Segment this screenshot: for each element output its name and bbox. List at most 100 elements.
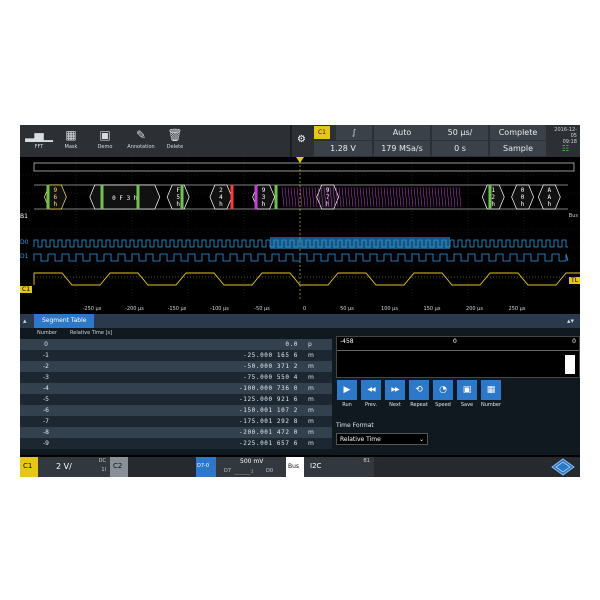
trigger-level-label[interactable]: TL	[568, 277, 580, 284]
time-tick-label: -50 µs	[254, 306, 270, 312]
c1-label[interactable]: C1	[20, 286, 33, 293]
bus-burst-line	[344, 186, 348, 208]
segment-time-unit: p	[308, 341, 312, 348]
next-button[interactable]: ▶▶ Next	[384, 380, 406, 410]
table-row[interactable]: -7 -175.001 292 8 m	[20, 416, 332, 427]
table-row[interactable]: -3 -75.000 550 4 m	[20, 372, 332, 383]
fft-button[interactable]: ▂▅▁ FFT	[24, 125, 54, 157]
bus-tab[interactable]: Bus	[286, 457, 304, 477]
save-button[interactable]: ▣ Save	[456, 380, 478, 410]
mask-button[interactable]: ▦ Mask	[56, 125, 86, 157]
decode-frame-value: 4	[219, 194, 223, 201]
table-row[interactable]: -2 -50.000 371 2 m	[20, 361, 332, 372]
annotation-button[interactable]: ✎ Annotation	[126, 125, 156, 157]
table-row[interactable]: -4 -100.000 736 0 m	[20, 383, 332, 394]
trigger-level[interactable]: 1.28 V	[314, 141, 372, 156]
segment-time: -225.001 657 6	[239, 440, 298, 447]
bus-burst-line	[380, 186, 384, 208]
time-offset[interactable]: 0 s	[432, 141, 488, 156]
oscilloscope-screen: ▂▅▁ FFT ▦ Mask ▣ Demo ✎ Annotation 🗑 Del…	[20, 125, 580, 477]
bus-burst-line	[458, 186, 462, 208]
table-row[interactable]: -8 -200.001 472 0 m	[20, 427, 332, 438]
sample-rate[interactable]: 179 MSa/s	[374, 141, 430, 156]
bus-tab-label: Bus	[288, 463, 300, 470]
trigger-mode[interactable]: Auto	[374, 125, 430, 140]
table-row[interactable]: 0 0.0 p	[20, 339, 332, 350]
segment-number: -9	[43, 440, 49, 447]
range-handle[interactable]	[565, 355, 575, 374]
decode-frame-value: h	[491, 201, 495, 208]
c1-channel-settings[interactable]: 2 V/ DC 1I	[38, 457, 110, 477]
table-row[interactable]: -6 -150.001 107 2 m	[20, 405, 332, 416]
decode-frame-value: F	[176, 187, 180, 194]
bus-burst-line	[350, 186, 354, 208]
segment-table-tab[interactable]: Segment Table	[34, 314, 95, 328]
acquisition-status[interactable]: Complete	[490, 125, 546, 140]
trigger-channel-badge[interactable]: C1	[314, 126, 330, 139]
bus-settings[interactable]: I2C B1	[304, 457, 374, 477]
gauge-icon: ◔	[433, 380, 453, 400]
bus-burst-line	[437, 186, 441, 208]
bus-burst-line	[284, 186, 288, 208]
settings-gear-icon[interactable]: ⚙	[297, 135, 307, 145]
play-icon: ▶	[337, 380, 357, 400]
number-button[interactable]: ▦ Number	[480, 380, 502, 410]
acquisition-mode[interactable]: Sample	[490, 141, 546, 156]
bus-burst-line	[452, 186, 456, 208]
c1-tab-label: C1	[23, 462, 33, 470]
segment-time-unit: m	[308, 363, 314, 370]
segment-number: -2	[43, 363, 49, 370]
table-row[interactable]: -9 -225.001 657 6 m	[20, 438, 332, 449]
waveform-area[interactable]: 96h0 F 3 hF5h24h93h97h12h00hAAh -250 µs -…	[20, 157, 580, 314]
delete-button[interactable]: 🗑 Delete	[160, 125, 190, 157]
c2-channel-empty[interactable]	[128, 457, 194, 477]
c1-scale: 2 V/	[56, 462, 72, 471]
segment-range-slider[interactable]: -458 0 0	[336, 336, 580, 378]
number-column-header: Number	[36, 330, 58, 336]
resize-arrows-icon[interactable]: ▴▾	[567, 316, 574, 326]
time-format-select[interactable]: Relative Time ⌄	[336, 433, 428, 445]
repeat-button[interactable]: ⟲ Repeat	[408, 380, 430, 410]
bus-burst-line	[425, 186, 429, 208]
digital-channel-tab[interactable]: D7-0	[196, 457, 216, 477]
d1-label[interactable]: D1	[20, 253, 28, 260]
demo-icon: ▣	[99, 128, 111, 142]
collapse-arrow-icon[interactable]: ▴	[23, 316, 27, 326]
b1-label[interactable]: B1	[20, 213, 28, 220]
run-button[interactable]: ▶ Run	[336, 380, 358, 410]
range-divider	[337, 350, 579, 351]
bus-marker	[274, 185, 278, 209]
trigger-slope[interactable]: ∫	[336, 125, 372, 140]
segment-time: -25.000 165 6	[243, 352, 298, 359]
c2-channel-tab[interactable]: C2	[110, 457, 128, 477]
demo-button[interactable]: ▣ Demo	[90, 125, 120, 157]
bus-burst-line	[407, 186, 411, 208]
prev-button[interactable]: ◀◀ Prev.	[360, 380, 382, 410]
digital-threshold: 500 mV	[240, 458, 264, 465]
d0-label[interactable]: D0	[20, 239, 28, 246]
bus-burst-line	[311, 186, 315, 208]
segment-table-header: ▴ Segment Table ▴▾	[20, 314, 580, 328]
bus-burst-line	[302, 186, 306, 208]
time-tick-label: -150 µs	[168, 306, 187, 312]
time-scale[interactable]: 50 µs/	[432, 125, 488, 140]
decode-frame-value: h	[219, 201, 223, 208]
bus-burst-line	[449, 186, 453, 208]
digital-channel-settings[interactable]: 500 mV D7 D0 ________↕	[216, 457, 286, 477]
fft-label: FFT	[34, 144, 44, 150]
date-text: 2016-12-05	[554, 127, 577, 139]
decode-frame-value: A	[547, 194, 551, 201]
decode-frame-value: h	[547, 201, 551, 208]
bus-burst-line	[293, 186, 297, 208]
bus-burst-line	[422, 186, 426, 208]
table-row[interactable]: -5 -125.000 921 6 m	[20, 394, 332, 405]
table-row[interactable]: -1 -25.000 165 6 m	[20, 350, 332, 361]
bus-burst-line	[389, 186, 393, 208]
bottom-channel-bar: C1 2 V/ DC 1I C2 D7-0 500 mV D7 D0 _____…	[20, 457, 580, 477]
floppy-icon: ▣	[457, 380, 477, 400]
speed-button[interactable]: ◔ Speed	[432, 380, 454, 410]
c1-channel-tab[interactable]: C1	[20, 457, 38, 477]
top-toolbar: ▂▅▁ FFT ▦ Mask ▣ Demo ✎ Annotation 🗑 Del…	[20, 125, 580, 157]
digital-high-label: D7	[224, 468, 232, 474]
digital-low-label: D0	[266, 468, 274, 474]
